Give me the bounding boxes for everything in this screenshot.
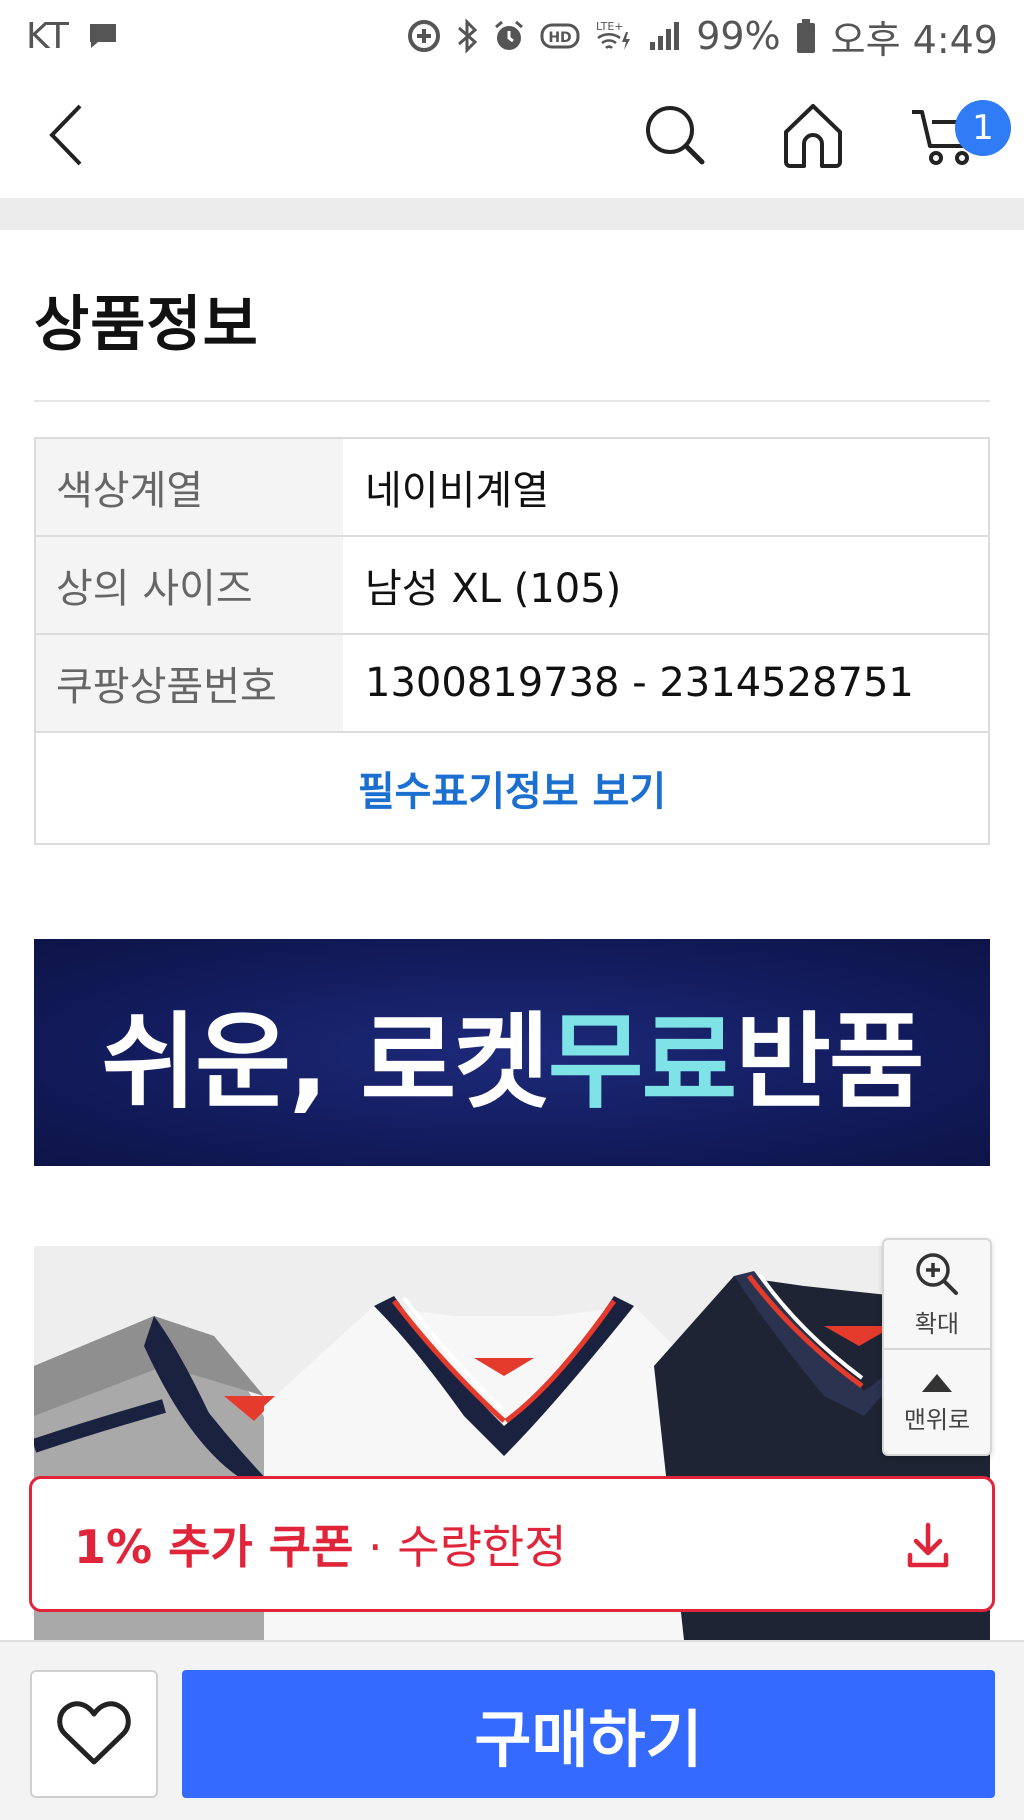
svg-text:HD: HD xyxy=(549,30,572,46)
status-bar: KT HD LTE+ 99% 오후 4:49 xyxy=(0,0,1024,72)
hd-voice-icon: HD xyxy=(540,21,580,51)
heart-icon xyxy=(57,1701,131,1765)
top-navigation: 1 xyxy=(0,72,1024,198)
coupon-banner[interactable]: 1% 추가 쿠폰 · 수량한정 xyxy=(29,1476,995,1612)
info-value: 네이비계열 xyxy=(365,468,549,514)
wifi-calling-icon: LTE+ xyxy=(594,18,634,54)
title-divider xyxy=(34,400,990,402)
clock-time: 오후 4:49 xyxy=(830,17,998,62)
scroll-top-button[interactable]: 맨위로 xyxy=(884,1348,990,1456)
required-info-link[interactable]: 필수표기정보 보기 xyxy=(36,733,988,843)
section-separator xyxy=(0,198,1024,230)
info-key: 색상계열 xyxy=(36,439,343,535)
cart-count-badge: 1 xyxy=(955,100,1011,156)
home-button[interactable] xyxy=(768,90,858,180)
info-key: 상의 사이즈 xyxy=(36,537,343,633)
network-label: LTE+ xyxy=(596,20,624,33)
zoom-label: 확대 xyxy=(914,1309,960,1338)
floating-tools: 확대 맨위로 xyxy=(882,1238,992,1456)
section-title: 상품정보 xyxy=(34,290,259,360)
back-button[interactable] xyxy=(22,90,112,180)
banner-text-after: 반품 xyxy=(735,1001,924,1123)
coupon-text: 1% 추가 쿠폰 · 수량한정 xyxy=(74,1511,567,1577)
buy-button[interactable]: 구매하기 xyxy=(182,1670,995,1798)
bottom-action-bar: 구매하기 xyxy=(0,1640,1024,1820)
search-button[interactable] xyxy=(630,90,720,180)
coupon-text-rest: · 수량한정 xyxy=(353,1520,567,1574)
info-value: 1300819738 - 2314528751 xyxy=(365,660,914,706)
banner-text: 쉬운, 로켓무료반품 xyxy=(101,977,924,1128)
banner-text-before: 쉬운, 로켓 xyxy=(101,1001,549,1123)
banner-text-accent: 무료 xyxy=(547,1001,737,1123)
battery-icon xyxy=(795,18,817,54)
home-icon xyxy=(784,104,842,168)
carrier-label: KT xyxy=(26,15,69,57)
bluetooth-icon xyxy=(456,18,478,54)
download-icon[interactable] xyxy=(902,1519,954,1575)
triangle-up-icon xyxy=(922,1373,952,1392)
table-row: 색상계열 네이비계열 xyxy=(36,439,988,537)
table-row: 상의 사이즈 남성 XL (105) xyxy=(36,537,988,635)
search-icon xyxy=(646,106,705,165)
alarm-icon xyxy=(492,19,526,53)
battery-percent: 99% xyxy=(696,14,781,58)
back-arrow-icon xyxy=(49,104,82,166)
data-saver-icon xyxy=(406,18,442,54)
wishlist-button[interactable] xyxy=(30,1670,158,1798)
message-icon xyxy=(87,21,119,51)
product-info-table: 색상계열 네이비계열 상의 사이즈 남성 XL (105) 쿠팡상품번호 130… xyxy=(34,437,990,845)
free-return-banner[interactable]: 쉬운, 로켓무료반품 xyxy=(34,939,990,1166)
scroll-top-label: 맨위로 xyxy=(903,1405,971,1434)
zoom-in-icon xyxy=(916,1252,958,1295)
table-row: 쿠팡상품번호 1300819738 - 2314528751 xyxy=(36,635,988,733)
info-key: 쿠팡상품번호 xyxy=(36,635,343,731)
signal-icon xyxy=(648,20,682,52)
info-value: 남성 XL (105) xyxy=(365,566,622,612)
coupon-text-bold: 1% 추가 쿠폰 xyxy=(74,1520,354,1574)
zoom-button[interactable]: 확대 xyxy=(884,1240,990,1348)
